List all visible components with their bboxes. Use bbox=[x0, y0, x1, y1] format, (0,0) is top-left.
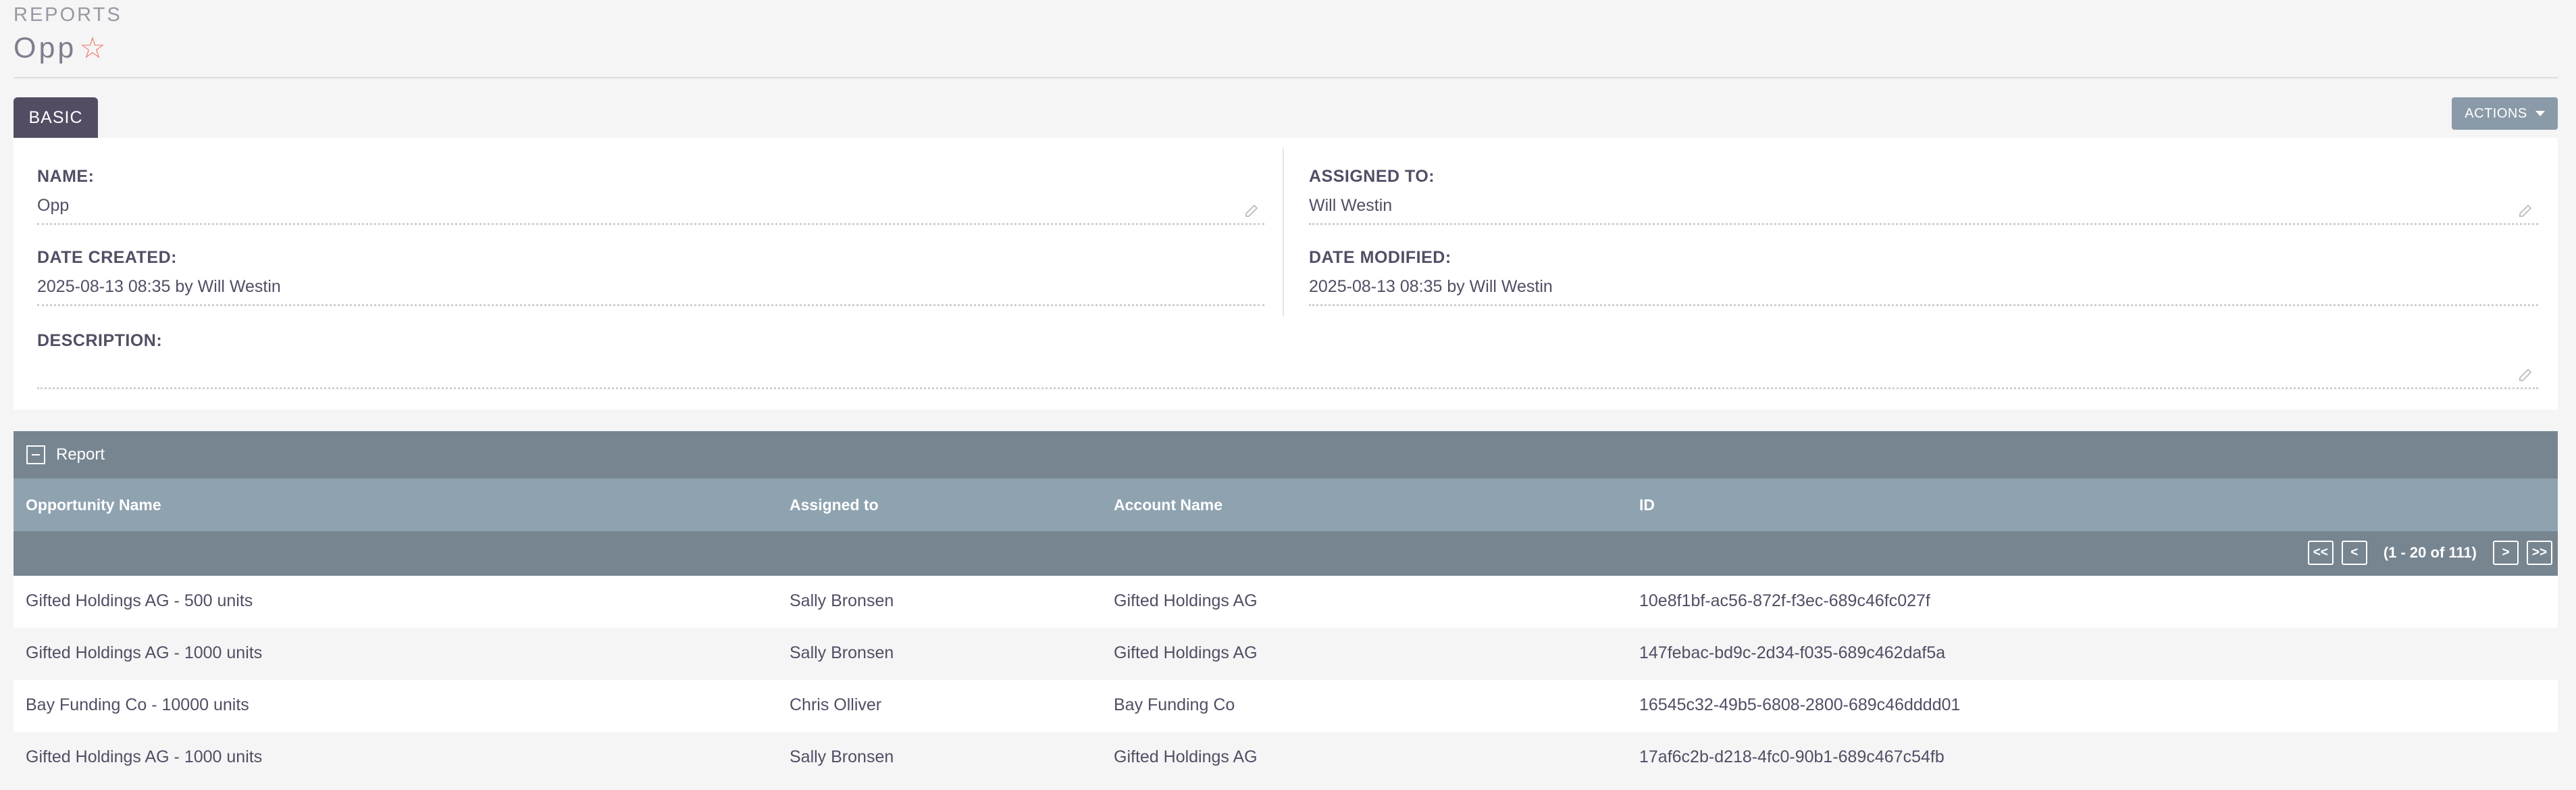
cell-id: 17af6c2b-d218-4fc0-90b1-689c467c54fb bbox=[1639, 747, 1944, 766]
field-value: 2025-08-13 08:35 by Will Westin bbox=[1309, 277, 1553, 296]
field-description: DESCRIPTION: bbox=[37, 331, 2538, 389]
cell-assigned-to: Sally Bronsen bbox=[790, 747, 894, 766]
prev-page-button[interactable]: < bbox=[2341, 541, 2367, 565]
table-header: Opportunity Name Assigned to Account Nam… bbox=[14, 478, 2558, 531]
column-header-account-name[interactable]: Account Name bbox=[1114, 496, 1222, 514]
header-divider bbox=[14, 77, 2558, 78]
cell-account-name: Gifted Holdings AG bbox=[1114, 747, 1258, 766]
table-row: Gifted Holdings AG - 1000 units Sally Br… bbox=[14, 732, 2558, 784]
favorite-star-icon[interactable]: ☆ bbox=[79, 31, 105, 66]
subpanel-title: Report bbox=[56, 445, 105, 464]
pencil-icon[interactable] bbox=[2518, 202, 2534, 218]
field-label: ASSIGNED TO: bbox=[1309, 167, 1435, 186]
field-value: 2025-08-13 08:35 by Will Westin bbox=[37, 277, 281, 296]
page-count: (1 - 20 of 111) bbox=[2383, 544, 2477, 561]
actions-label: ACTIONS bbox=[2465, 105, 2527, 121]
actions-button[interactable]: ACTIONS bbox=[2452, 97, 2558, 130]
cell-assigned-to: Sally Bronsen bbox=[790, 643, 894, 662]
cell-id: 10e8f1bf-ac56-872f-f3ec-689c46fc027f bbox=[1639, 591, 1930, 610]
cell-opportunity-name[interactable]: Gifted Holdings AG - 1000 units bbox=[26, 643, 262, 663]
field-name: NAME: Opp bbox=[37, 167, 1264, 225]
field-value[interactable]: Will Westin bbox=[1309, 196, 2538, 216]
page-title: Opp ☆ bbox=[14, 31, 106, 66]
cell-opportunity-name[interactable]: Bay Funding Co - 10000 units bbox=[26, 695, 249, 715]
column-header-id[interactable]: ID bbox=[1639, 496, 1655, 514]
table-row: Gifted Holdings AG - 500 units Sally Bro… bbox=[14, 576, 2558, 628]
field-value[interactable] bbox=[37, 360, 2538, 380]
cell-account-name: Gifted Holdings AG bbox=[1114, 643, 1258, 662]
field-label: NAME: bbox=[37, 167, 95, 186]
field-date-created: DATE CREATED: 2025-08-13 08:35 by Will W… bbox=[37, 248, 1264, 306]
cell-id: 147febac-bd9c-2d34-f035-689c462daf5a bbox=[1639, 643, 1946, 662]
field-assigned-to: ASSIGNED TO: Will Westin bbox=[1309, 167, 2538, 225]
table-row: Gifted Holdings AG - 1000 units Sally Br… bbox=[14, 628, 2558, 680]
pagination-bar: << < (1 - 20 of 111) > >> bbox=[14, 531, 2558, 576]
field-label: DESCRIPTION: bbox=[37, 331, 163, 350]
field-value[interactable]: Opp bbox=[37, 196, 1264, 216]
cell-account-name: Bay Funding Co bbox=[1114, 695, 1235, 714]
cell-id: 16545c32-49b5-6808-2800-689c46dddd01 bbox=[1639, 695, 1961, 714]
field-label: DATE MODIFIED: bbox=[1309, 248, 1451, 267]
record-name: Opp bbox=[14, 32, 77, 64]
caret-down-icon bbox=[2535, 111, 2545, 116]
pagination: << < (1 - 20 of 111) > >> bbox=[2307, 541, 2552, 565]
column-header-opportunity-name[interactable]: Opportunity Name bbox=[26, 496, 161, 514]
column-divider bbox=[1283, 149, 1284, 316]
field-label: DATE CREATED: bbox=[37, 248, 177, 267]
last-page-button[interactable]: >> bbox=[2527, 541, 2552, 565]
cell-assigned-to: Sally Bronsen bbox=[790, 591, 894, 610]
tab-basic[interactable]: BASIC bbox=[14, 97, 98, 138]
first-page-button[interactable]: << bbox=[2307, 541, 2334, 565]
collapse-icon[interactable] bbox=[26, 445, 45, 464]
next-page-button[interactable]: > bbox=[2493, 541, 2519, 565]
detail-panel: NAME: Opp ASSIGNED TO: Will Westin DATE … bbox=[14, 138, 2558, 410]
cell-account-name: Gifted Holdings AG bbox=[1114, 591, 1258, 610]
pencil-icon[interactable] bbox=[1244, 202, 1260, 218]
cell-opportunity-name[interactable]: Gifted Holdings AG - 1000 units bbox=[26, 747, 262, 767]
cell-opportunity-name[interactable]: Gifted Holdings AG - 500 units bbox=[26, 591, 253, 611]
cell-assigned-to: Chris Olliver bbox=[790, 695, 882, 714]
module-title: REPORTS bbox=[14, 4, 122, 26]
table-row: Bay Funding Co - 10000 units Chris Olliv… bbox=[14, 680, 2558, 732]
field-date-modified: DATE MODIFIED: 2025-08-13 08:35 by Will … bbox=[1309, 248, 2538, 306]
column-header-assigned-to[interactable]: Assigned to bbox=[790, 496, 879, 514]
report-subpanel-header[interactable]: Report bbox=[14, 431, 2558, 478]
pencil-icon[interactable] bbox=[2518, 366, 2534, 382]
